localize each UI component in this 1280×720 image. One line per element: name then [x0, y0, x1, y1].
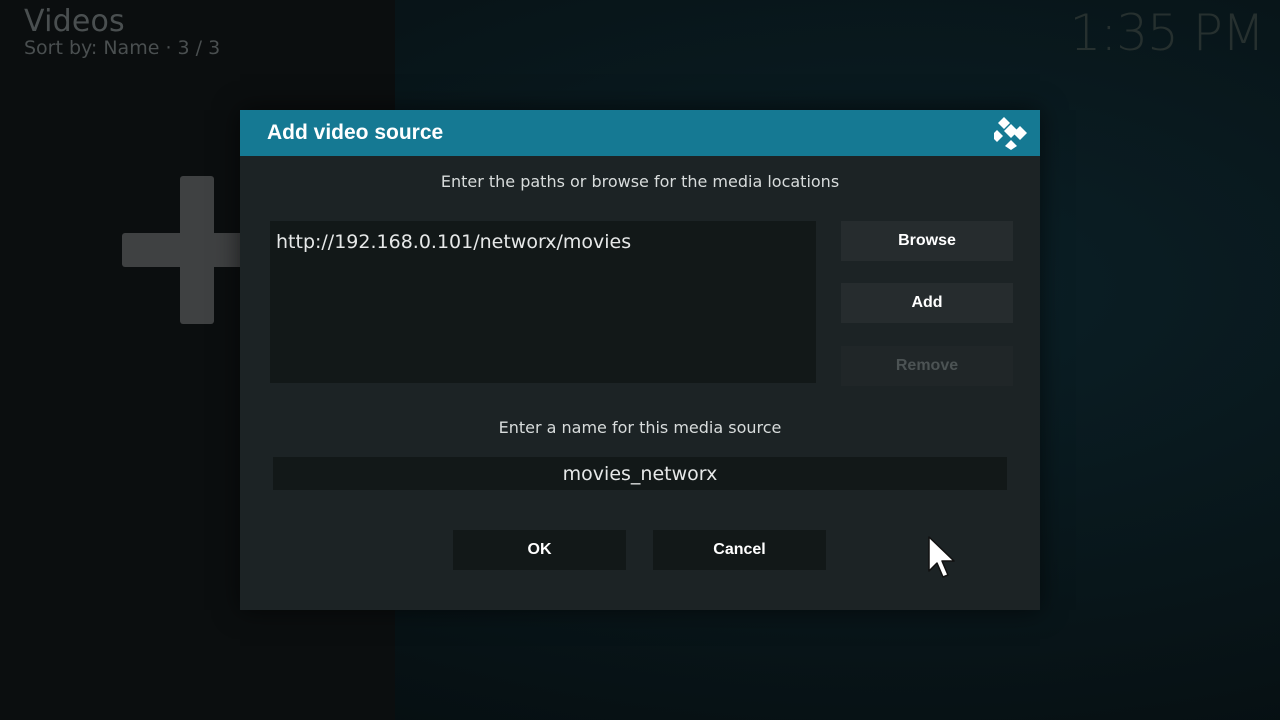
add-video-source-dialog: Add video source Enter the paths or brow…: [240, 110, 1040, 610]
ok-button[interactable]: OK: [453, 530, 626, 570]
dialog-title: Add video source: [267, 121, 444, 144]
remove-button[interactable]: Remove: [841, 346, 1013, 386]
paths-prompt: Enter the paths or browse for the media …: [440, 172, 840, 191]
source-path-list[interactable]: http://192.168.0.101/networx/movies: [270, 221, 816, 383]
browse-button[interactable]: Browse: [841, 221, 1013, 261]
sort-info: Sort by: Name · 3 / 3: [24, 37, 220, 59]
name-prompt: Enter a name for this media source: [498, 418, 782, 437]
mouse-pointer-icon: [928, 536, 955, 578]
add-button[interactable]: Add: [841, 283, 1013, 323]
dialog-header: Add video source: [240, 110, 1040, 156]
kodi-screen: Videos Sort by: Name · 3 / 3 1:35 PM Add…: [0, 0, 1280, 720]
page-title: Videos: [24, 4, 125, 39]
cancel-button[interactable]: Cancel: [653, 530, 826, 570]
source-path-item[interactable]: http://192.168.0.101/networx/movies: [276, 231, 631, 253]
source-name-field[interactable]: movies_networx: [273, 457, 1007, 490]
clock: 1:35 PM: [1069, 4, 1265, 62]
kodi-logo-icon: [994, 117, 1027, 150]
